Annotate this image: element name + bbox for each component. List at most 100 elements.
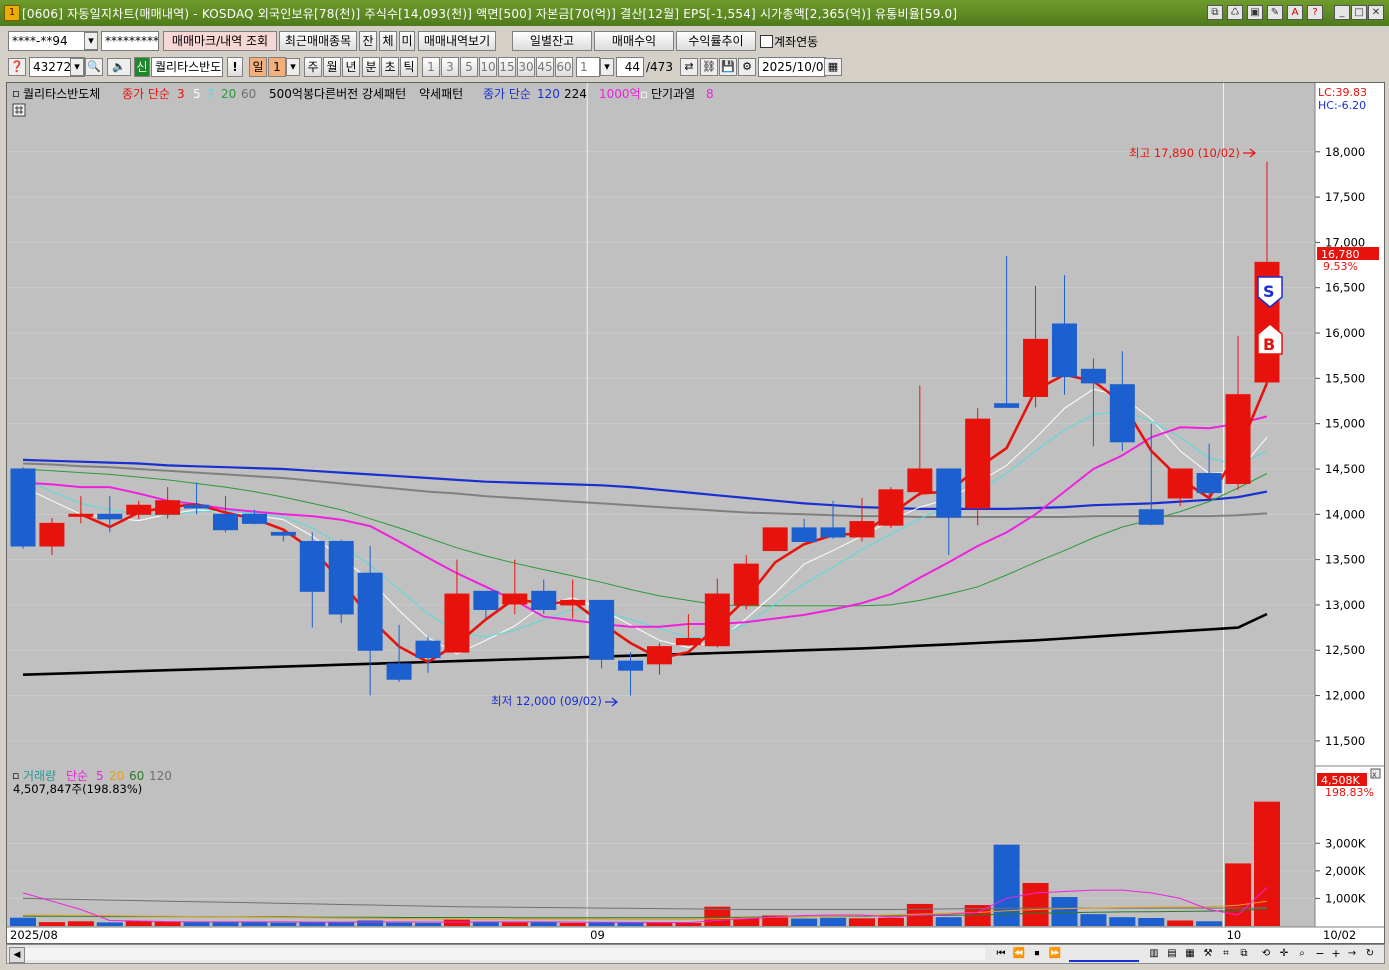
view-count-input[interactable]: 44 xyxy=(616,57,644,77)
recent-trades-button[interactable]: 최근매매종목 xyxy=(279,31,357,51)
period-minute-button[interactable]: 분 xyxy=(362,57,380,77)
candle-down xyxy=(936,468,962,518)
grid-toggle-icon[interactable] xyxy=(12,103,26,117)
chart-type-icon[interactable]: ▥ xyxy=(1147,947,1161,961)
settings-icon[interactable]: ⚙ xyxy=(738,58,756,76)
speaker-icon[interactable]: 🔈 xyxy=(107,58,131,76)
executed-button[interactable]: 체 xyxy=(379,31,397,51)
hc-value: HC:-6.20 xyxy=(1318,99,1366,112)
scroll-left-icon[interactable]: ◀ xyxy=(9,947,25,963)
period-day-button[interactable]: 일 xyxy=(249,57,267,77)
arrow-right-icon[interactable]: → xyxy=(1345,947,1359,961)
date-input[interactable]: 2025/10/02 xyxy=(758,57,826,77)
search-icon[interactable]: 🔍 xyxy=(85,58,103,76)
password-field[interactable]: ********* xyxy=(101,31,159,51)
unexecuted-button[interactable]: 미 xyxy=(399,31,415,51)
volume-bar xyxy=(38,922,65,926)
interval-5-button[interactable]: 5 xyxy=(460,57,478,77)
total-count-label: /473 xyxy=(646,60,673,74)
period-count-field[interactable]: 1 xyxy=(268,57,286,77)
zoom-out-icon[interactable]: − xyxy=(1313,947,1327,961)
interval-15-button[interactable]: 15 xyxy=(498,57,516,77)
legend-dot: ▫ xyxy=(12,86,20,100)
capture-icon[interactable]: ⧉ xyxy=(1237,947,1251,961)
window-titlebar: 1 [0606] 자동일지차트(매매내역) - KOSDAQ 외국인보유[78(… xyxy=(0,0,1389,26)
volume-bar xyxy=(675,922,702,926)
candle-down xyxy=(415,640,441,658)
save-icon[interactable]: 💾 xyxy=(719,58,737,76)
candle-down xyxy=(241,513,267,524)
trade-mark-query-button[interactable]: 매매마크/내역 조회 xyxy=(163,31,277,51)
interval-30-button[interactable]: 30 xyxy=(517,57,535,77)
period-year-button[interactable]: 년 xyxy=(342,57,360,77)
chart-area[interactable]: 18,000 17,500 17,000 16,500 16,000 15,500 15,0… xyxy=(6,82,1385,944)
zoom-in-icon[interactable]: + xyxy=(1329,947,1343,961)
screen-icon[interactable]: ▣ xyxy=(1247,5,1263,20)
code-search-icon[interactable]: ❓ xyxy=(8,58,26,76)
interval-1-button[interactable]: 1 xyxy=(422,57,440,77)
calendar-icon[interactable]: ▦ xyxy=(824,58,842,76)
close-button[interactable]: ✕ xyxy=(1368,5,1384,20)
toolbar-account: ****-**94 ▾ ********* 매매마크/내역 조회 최근매매종목 … xyxy=(0,30,1389,54)
refresh-icon[interactable]: ♺ xyxy=(1227,5,1243,20)
interval-dropdown-icon[interactable]: ▾ xyxy=(600,58,614,76)
candle-down xyxy=(10,468,36,547)
candle-down xyxy=(299,540,325,592)
scroll-track[interactable] xyxy=(25,948,985,960)
period-week-button[interactable]: 주 xyxy=(304,57,322,77)
compare-icon[interactable]: ▤ xyxy=(1165,947,1179,961)
scroll-prev-icon[interactable]: ⏪ xyxy=(1011,947,1027,961)
scroll-next-icon[interactable]: ⏩ xyxy=(1047,947,1063,961)
font-icon[interactable]: A xyxy=(1287,5,1303,20)
chart-scrollbar[interactable]: ◀ ⏮ ⏪ ⏹ ⏩ ▥ ▤ ▦ ⚒ ⌗ ⧉ ⟲ ✛ ⌕ − + → ↻ xyxy=(6,944,1385,964)
volume-bar xyxy=(357,920,384,926)
minimize-button[interactable]: _ xyxy=(1334,5,1350,20)
stock-name-field[interactable]: 퀄리타스반도 xyxy=(151,57,223,77)
interval-60-button[interactable]: 60 xyxy=(555,57,573,77)
edit-icon[interactable]: ✎ xyxy=(1267,5,1283,20)
daily-balance-button[interactable]: 일별잔고 xyxy=(512,31,592,51)
interval-count-field[interactable]: 1 xyxy=(576,57,600,77)
candle-down xyxy=(618,660,644,671)
code-dropdown-icon[interactable]: ▾ xyxy=(70,58,84,76)
scroll-first-icon[interactable]: ⏮ xyxy=(993,947,1009,961)
crosshair-icon[interactable]: ✛ xyxy=(1277,947,1291,961)
volume-legend-ma5: 5 xyxy=(96,769,104,783)
candle-up xyxy=(444,593,470,653)
dropdown-arrow-icon[interactable]: ▾ xyxy=(84,32,98,50)
candle-up xyxy=(907,468,933,493)
analysis-icon[interactable]: ⌗ xyxy=(1219,947,1233,961)
indicator-icon[interactable]: ▦ xyxy=(1183,947,1197,961)
history-icon[interactable]: ⟲ xyxy=(1259,947,1273,961)
candlestick-chart[interactable]: 18,00017,50017,00016,50016,00015,50015,0… xyxy=(7,83,1384,943)
zoom-slider[interactable] xyxy=(1069,948,1139,962)
period-month-button[interactable]: 월 xyxy=(323,57,341,77)
search-small-icon[interactable]: ⌕ xyxy=(1295,947,1309,961)
toolbar-stock: ❓ 432720 ▾ 🔍 🔈 신 퀄리타스반도 ! 일 1 ▾ 주 월 년 분 … xyxy=(0,56,1389,80)
maximize-button[interactable]: □ xyxy=(1351,5,1367,20)
scroll-stop-icon[interactable]: ⏹ xyxy=(1029,947,1045,961)
volume-bar xyxy=(530,922,557,926)
transfer-icon[interactable]: ⇄ xyxy=(680,58,698,76)
interval-3-button[interactable]: 3 xyxy=(441,57,459,77)
link-icon[interactable]: ⛓ xyxy=(700,58,718,76)
trade-profit-button[interactable]: 매매수익 xyxy=(594,31,674,51)
tools-icon[interactable]: ⚒ xyxy=(1201,947,1215,961)
restore-layout-icon[interactable]: ⧉ xyxy=(1207,5,1223,20)
period-second-button[interactable]: 초 xyxy=(381,57,399,77)
help-icon[interactable]: ? xyxy=(1307,5,1323,20)
legend-short-over-val: 8 xyxy=(706,87,714,101)
candle-up xyxy=(675,637,701,646)
balance-button[interactable]: 잔 xyxy=(359,31,377,51)
reset-icon[interactable]: ↻ xyxy=(1363,947,1377,961)
volume-close-glyph: x xyxy=(1372,770,1377,779)
volume-bar xyxy=(820,917,847,926)
interval-10-button[interactable]: 10 xyxy=(479,57,497,77)
alert-button[interactable]: ! xyxy=(227,57,243,77)
trade-history-button[interactable]: 매매내역보기 xyxy=(418,31,496,51)
period-tick-button[interactable]: 틱 xyxy=(400,57,418,77)
account-link-checkbox[interactable] xyxy=(760,35,773,48)
interval-45-button[interactable]: 45 xyxy=(536,57,554,77)
return-trend-button[interactable]: 수익률추이 xyxy=(676,31,756,51)
period-dropdown-icon[interactable]: ▾ xyxy=(286,58,300,76)
